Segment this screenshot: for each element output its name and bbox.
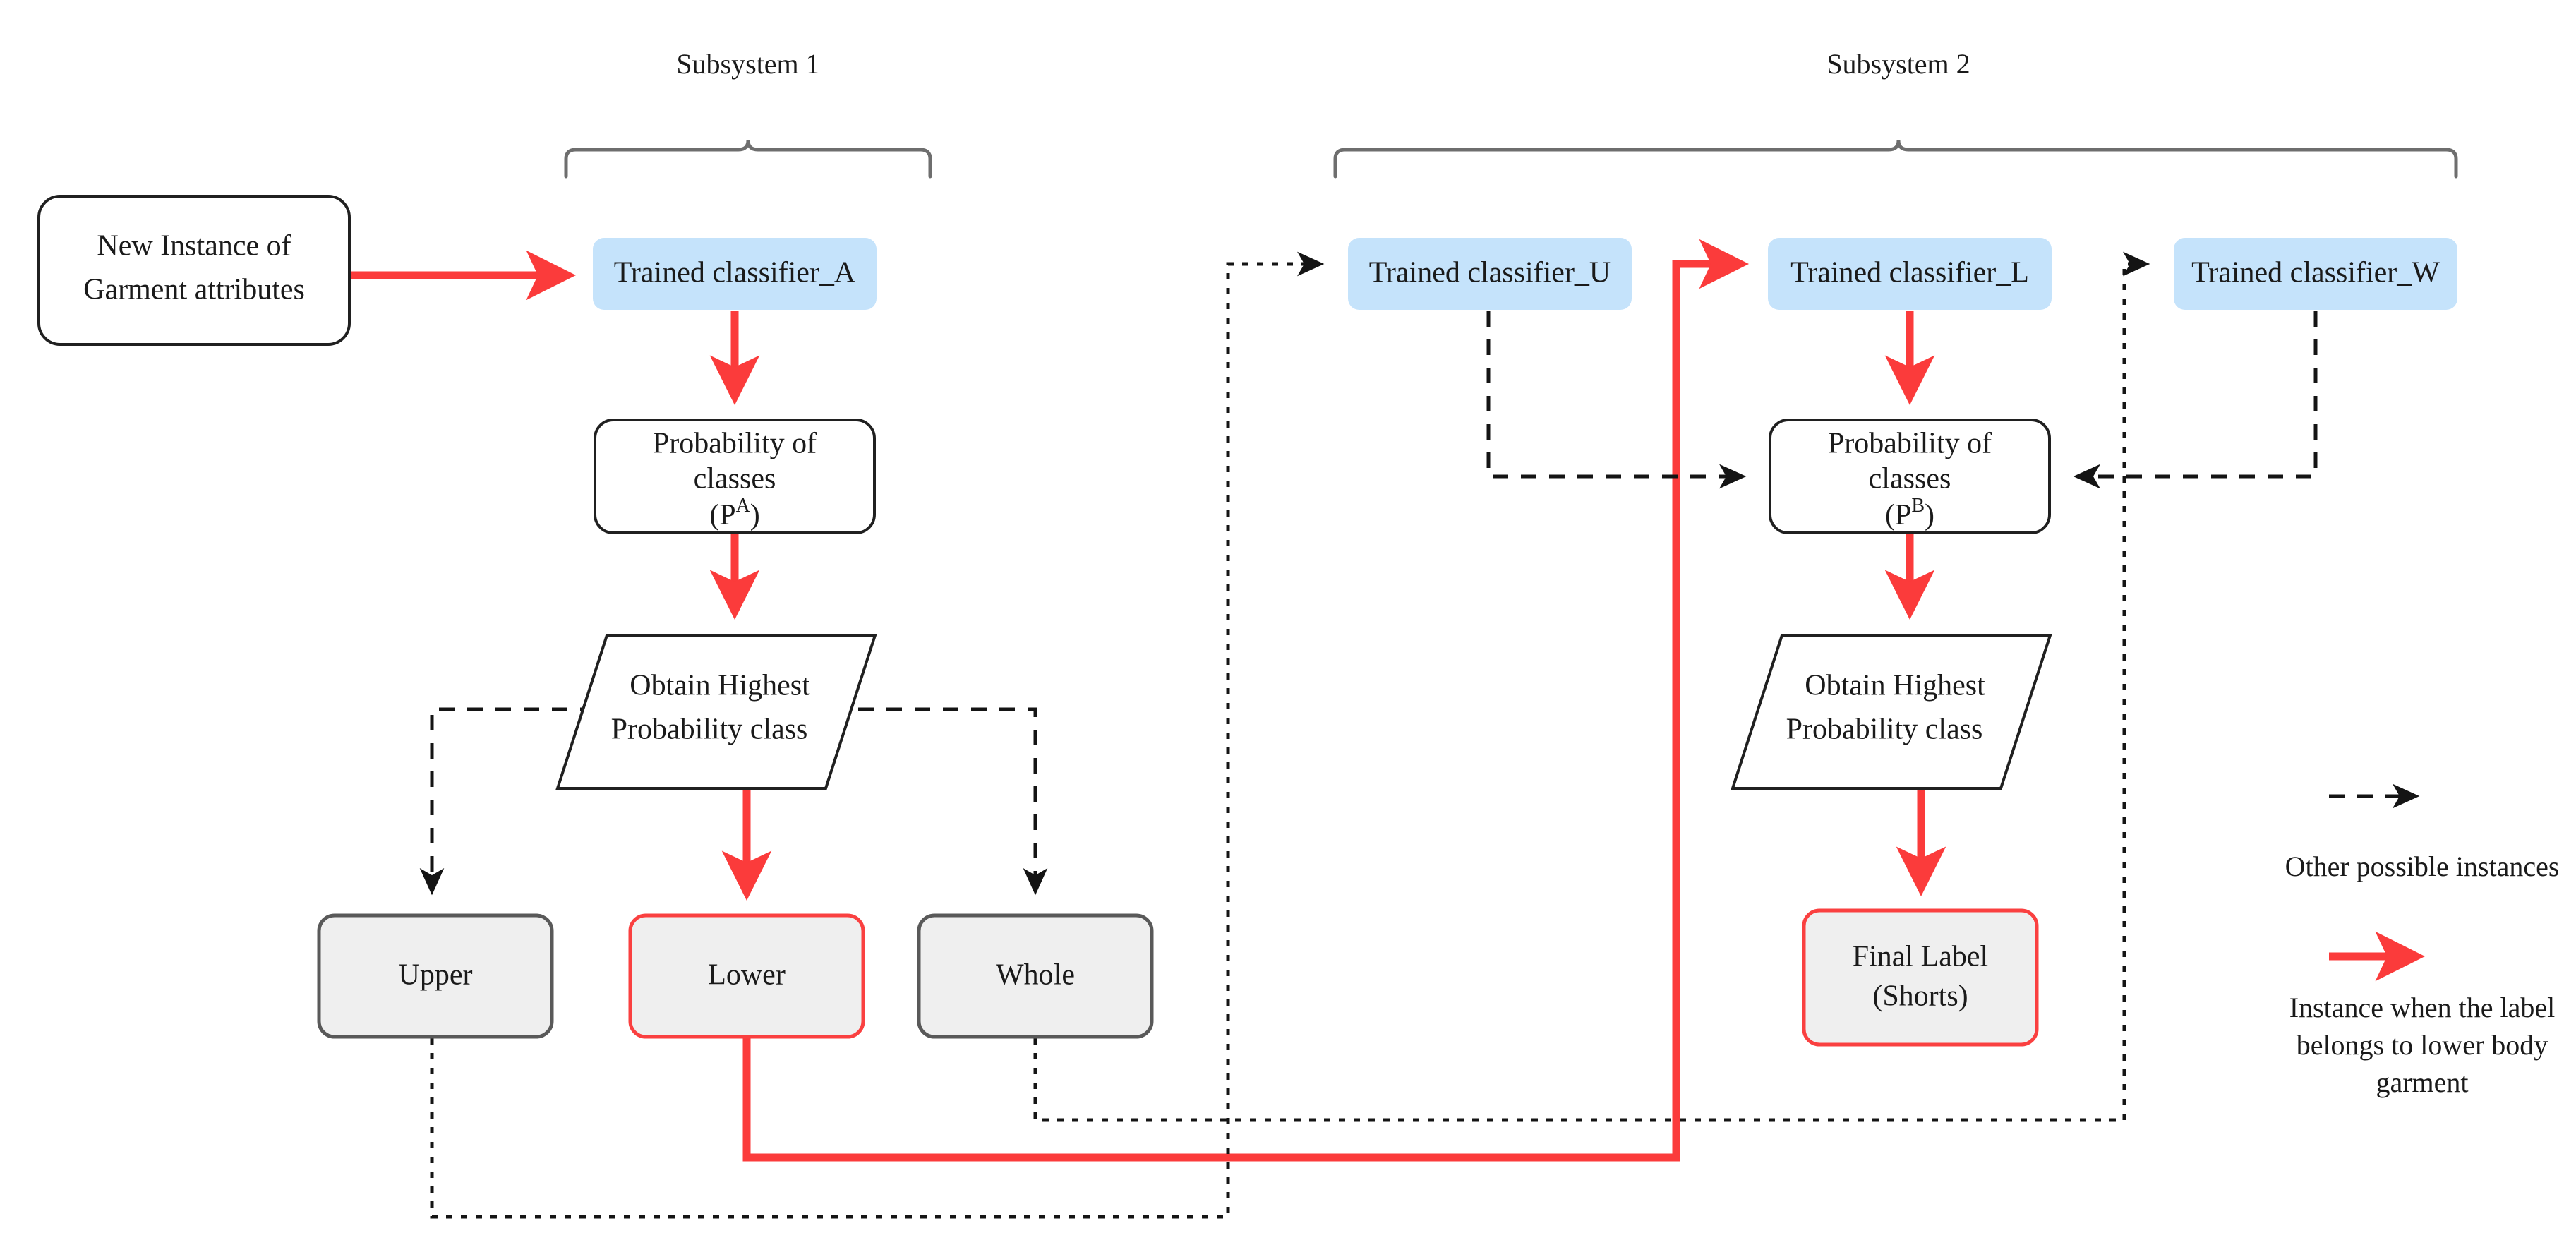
node-probability-of-classes-a[interactable]: Probability of classes (PA) [594,419,876,534]
new-instance-line1: New Instance of [97,230,291,263]
node-new-instance[interactable]: New Instance of Garment attributes [37,195,351,346]
node-final-label[interactable]: Final Label (Shorts) [1802,908,2039,1047]
paral-a-line2: Probability class [611,714,808,746]
class-lower-label: Lower [708,959,786,992]
brace-subsystem-2 [1333,140,2458,179]
legend: Other possible instances Instance when t… [2285,783,2560,1098]
final-label-line2: (Shorts) [1872,980,1968,1013]
brace-label-subsystem-1: Subsystem 1 [676,48,819,80]
paral-b-line1: Obtain Highest [1805,670,1985,702]
prob-a-line1: Probability of [653,428,817,460]
class-upper-label: Upper [399,959,473,992]
legend-lower-body-label-line2: belongs to lower body [2297,1029,2548,1061]
trained-classifier-l-label: Trained classifier_L [1790,257,2029,289]
prob-a-sup: A [736,495,751,517]
arrow-paral-a-to-whole [858,707,1048,896]
trained-classifier-a-label: Trained classifier_A [614,257,856,289]
node-trained-classifier-l[interactable]: Trained classifier_L [1768,238,2052,310]
paral-b-line2: Probability class [1786,714,1983,746]
prob-b-post: ) [1925,499,1934,531]
prob-b-pre: (P [1885,499,1911,531]
arrow-upper-to-classifier-u [430,251,1325,1219]
prob-a-pre: (P [709,499,735,531]
new-instance-line2: Garment attributes [83,274,305,306]
legend-other-instances-label: Other possible instances [2285,850,2560,882]
node-class-upper[interactable]: Upper [317,913,554,1039]
flowchart-svg: New Instance of Garment attributes Train… [37,48,2560,1219]
prob-b-line2: classes [1869,463,1951,495]
node-class-whole[interactable]: Whole [917,913,1154,1039]
class-whole-label: Whole [996,959,1075,992]
flowchart-canvas: New Instance of Garment attributes Train… [0,0,2576,1245]
legend-lower-body-label-line1: Instance when the label [2289,992,2556,1023]
node-probability-of-classes-b[interactable]: Probability of classes (PB) [1769,419,2051,534]
brace-subsystem-1 [564,140,932,179]
trained-classifier-u-label: Trained classifier_U [1369,257,1611,289]
prob-a-post: ) [750,499,760,531]
prob-b-sup: B [1911,495,1925,517]
arrow-classifier-w-to-prob-b [2073,311,2318,489]
node-trained-classifier-w[interactable]: Trained classifier_W [2174,238,2457,310]
prob-b-line1: Probability of [1828,428,1992,460]
node-trained-classifier-u[interactable]: Trained classifier_U [1348,238,1632,310]
brace-label-subsystem-2: Subsystem 2 [1826,48,1970,80]
prob-a-line3: (PA) [709,495,760,531]
node-obtain-highest-probability-class-a[interactable]: Obtain Highest Probability class [555,634,877,790]
node-trained-classifier-a[interactable]: Trained classifier_A [593,238,877,310]
node-class-lower[interactable]: Lower [628,913,865,1039]
paral-a-line1: Obtain Highest [630,670,810,702]
node-obtain-highest-probability-class-b[interactable]: Obtain Highest Probability class [1731,634,2052,790]
trained-classifier-w-label: Trained classifier_W [2191,257,2440,289]
final-label-line1: Final Label [1853,941,1988,973]
prob-b-line3: (PB) [1885,495,1934,531]
legend-lower-body-label-line3: garment [2376,1066,2468,1098]
arrow-classifier-u-to-prob-b [1486,311,1747,489]
prob-a-line2: classes [694,463,776,495]
